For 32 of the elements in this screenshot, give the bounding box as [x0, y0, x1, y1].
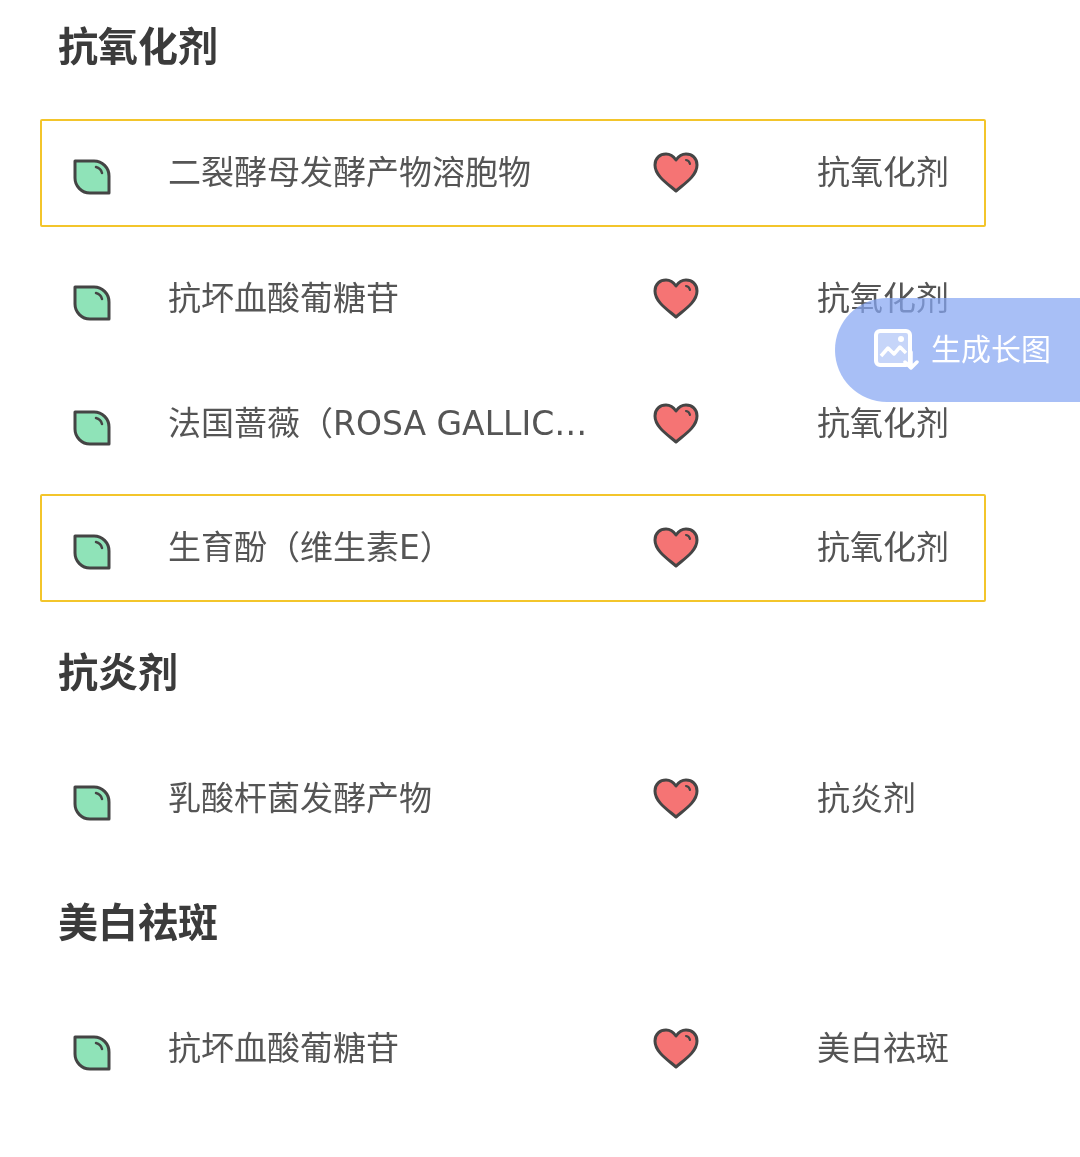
section-title: 美白祛斑: [58, 898, 218, 947]
ingredient-row[interactable]: 二裂酵母发酵产物溶胞物 抗氧化剂: [40, 118, 986, 227]
ingredient-name: 生育酚（维生素E）: [168, 527, 453, 568]
heart-icon[interactable]: [653, 277, 699, 320]
leaf-icon: [72, 284, 112, 321]
ingredient-category: 美白祛斑: [817, 1028, 949, 1069]
ingredient-name: 法国蔷薇（ROSA GALLIC…: [168, 403, 588, 444]
ingredient-category: 抗氧化剂: [817, 152, 949, 193]
section-title: 抗氧化剂: [58, 23, 218, 71]
heart-icon[interactable]: [653, 777, 699, 820]
heart-icon[interactable]: [653, 526, 699, 569]
leaf-icon: [72, 409, 112, 446]
ingredient-category: 抗氧化剂: [817, 403, 949, 444]
ingredient-name: 抗坏血酸葡糖苷: [168, 278, 399, 319]
ingredient-row[interactable]: 乳酸杆菌发酵产物 抗炎剂: [40, 774, 986, 821]
leaf-icon: [72, 1034, 112, 1071]
leaf-icon: [72, 158, 112, 195]
leaf-icon: [72, 784, 112, 821]
heart-icon[interactable]: [653, 151, 699, 194]
heart-icon[interactable]: [653, 402, 699, 445]
leaf-icon: [72, 533, 112, 570]
ingredient-row[interactable]: 生育酚（维生素E） 抗氧化剂: [40, 493, 986, 602]
ingredient-category: 抗氧化剂: [817, 527, 949, 568]
heart-icon[interactable]: [653, 1027, 699, 1070]
ingredient-row[interactable]: 法国蔷薇（ROSA GALLIC… 抗氧化剂: [40, 399, 986, 446]
ingredient-category: 抗炎剂: [817, 778, 916, 819]
ingredient-name: 乳酸杆菌发酵产物: [168, 778, 432, 819]
picture-download-icon: [873, 328, 919, 372]
ingredient-row[interactable]: 抗坏血酸葡糖苷 美白祛斑: [40, 1024, 986, 1071]
ingredient-name: 抗坏血酸葡糖苷: [168, 1028, 399, 1069]
ingredient-name: 二裂酵母发酵产物溶胞物: [168, 152, 531, 193]
section-title: 抗炎剂: [58, 648, 178, 697]
